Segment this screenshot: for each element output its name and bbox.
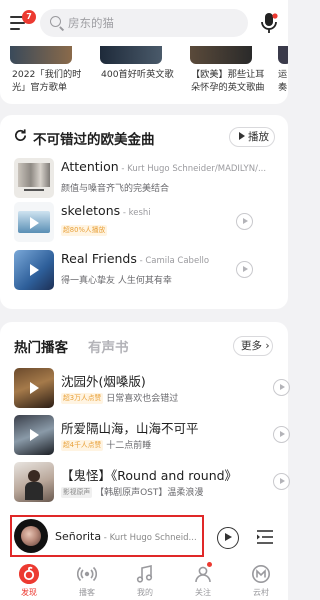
nav-label: 关注	[195, 588, 211, 597]
music-icon	[136, 565, 153, 583]
top-bar: 7 房东的猫	[0, 0, 288, 46]
playlist-cover[interactable]	[190, 46, 252, 64]
microphone-icon[interactable]	[258, 11, 280, 35]
song-row[interactable]: Attention - Kurt Hugo Schneider/MADILYN/…	[14, 158, 284, 198]
more-button[interactable]: 更多 ›	[233, 336, 273, 356]
playlist-cover[interactable]	[278, 46, 288, 64]
nav-label: 云村	[253, 588, 269, 597]
menu-badge: 7	[22, 10, 36, 24]
program-title: 沈园外(烟嗓版)	[61, 374, 146, 389]
program-description: 超4千人点赞 十二点前睡	[61, 440, 152, 451]
song-row[interactable]: Real Friends - Camila Cabello 得一真心挚友 人生何…	[14, 250, 284, 290]
playlist-caption[interactable]: 2022「我们的时 光」官方歌单	[12, 68, 81, 94]
song-title: skeletons - keshi	[61, 203, 151, 218]
play-icon	[239, 132, 245, 140]
playlist-caption[interactable]: 【欧美】那些让耳 朵怀孕的英文歌曲	[191, 68, 265, 94]
nav-item-mine[interactable]: 我的	[125, 564, 165, 600]
podcast-card: 热门播客 有声书 更多 › 沈园外(烟嗓版) 超3万人点赞 日常喜欢也会错过 所…	[0, 322, 290, 538]
play-all-button[interactable]: 播放	[229, 127, 275, 147]
song-row[interactable]: skeletons - keshi 超80%人播放	[14, 202, 284, 242]
program-description: 超3万人点赞 日常喜欢也会错过	[61, 393, 179, 404]
song-cover	[14, 158, 54, 198]
program-play-button[interactable]	[273, 379, 290, 396]
playlist-strip: 2022「我们的时 光」官方歌单 400首好听英文歌 【欧美】那些让耳 朵怀孕的英文…	[0, 46, 288, 104]
popularity-tag: 超80%人播放	[61, 225, 108, 236]
program-row[interactable]: 【鬼怪】《Round and round》 影视原声 【韩剧原声OST】温柔浪漫	[14, 462, 290, 502]
song-cover	[14, 202, 54, 242]
program-cover	[14, 368, 54, 408]
program-cover	[14, 415, 54, 455]
nav-label: 我的	[137, 588, 153, 597]
program-cover	[14, 462, 54, 502]
nav-label: 发现	[21, 588, 37, 597]
discover-icon	[19, 564, 39, 584]
player-play-button[interactable]	[217, 527, 239, 549]
playlist-icon[interactable]	[256, 528, 274, 546]
likes-tag: 超3万人点赞	[61, 393, 104, 404]
cloud-village-icon	[252, 565, 270, 583]
playlist-cover[interactable]	[10, 46, 72, 64]
soundtrack-tag: 影视原声	[61, 487, 93, 498]
playlist-cover[interactable]	[100, 46, 162, 64]
nav-label: 播客	[79, 588, 95, 597]
search-input[interactable]: 房东的猫	[40, 9, 248, 37]
likes-tag: 超4千人点赞	[61, 440, 104, 451]
search-placeholder: 房东的猫	[68, 16, 114, 30]
tab-hot-podcasts[interactable]: 热门播客	[14, 336, 68, 356]
playlist-caption[interactable]: 400首好听英文歌	[101, 68, 174, 81]
western-hits-card: 不可错过的欧美金曲 播放 Attention - Kurt Hugo Schne…	[0, 115, 288, 309]
song-description: 得一真心挚友 人生何其有幸	[61, 276, 172, 286]
podcast-icon	[77, 566, 97, 582]
song-description: 颜值与嗓音齐飞的完美结合	[61, 184, 170, 194]
search-icon	[50, 16, 61, 27]
player-highlight-box	[10, 515, 204, 557]
nav-item-podcast[interactable]: 播客	[67, 564, 107, 600]
song-title: Attention - Kurt Hugo Schneider/MADILYN/…	[61, 159, 267, 174]
song-play-button[interactable]	[236, 261, 253, 278]
program-play-button[interactable]	[273, 426, 290, 443]
song-play-button[interactable]	[236, 213, 253, 230]
bottom-nav: 发现 播客 我的 关注 云村	[0, 561, 288, 600]
nav-item-cloud-village[interactable]: 云村	[241, 564, 281, 600]
song-title: Real Friends - Camila Cabello	[61, 251, 210, 266]
playlist-caption[interactable]: 运奏	[278, 68, 287, 94]
program-play-button[interactable]	[273, 473, 290, 490]
nav-item-discover[interactable]: 发现	[9, 564, 49, 600]
program-description: 影视原声 【韩剧原声OST】温柔浪漫	[61, 487, 204, 498]
chevron-right-icon: ›	[262, 340, 270, 352]
follow-icon	[195, 566, 211, 583]
tab-audiobooks[interactable]: 有声书	[88, 336, 129, 356]
nav-item-follow[interactable]: 关注	[183, 564, 223, 600]
section-title: 不可错过的欧美金曲	[33, 132, 155, 148]
song-cover	[14, 250, 54, 290]
program-row[interactable]: 所爱隔山海，山海不可平 超4千人点赞 十二点前睡	[14, 415, 290, 455]
program-row[interactable]: 沈园外(烟嗓版) 超3万人点赞 日常喜欢也会错过	[14, 368, 290, 408]
program-title: 【鬼怪】《Round and round》	[61, 468, 238, 483]
refresh-icon[interactable]	[13, 128, 28, 143]
program-title: 所爱隔山海，山海不可平	[61, 421, 199, 436]
song-description: 超80%人播放	[61, 225, 108, 236]
notification-dot	[207, 562, 212, 567]
